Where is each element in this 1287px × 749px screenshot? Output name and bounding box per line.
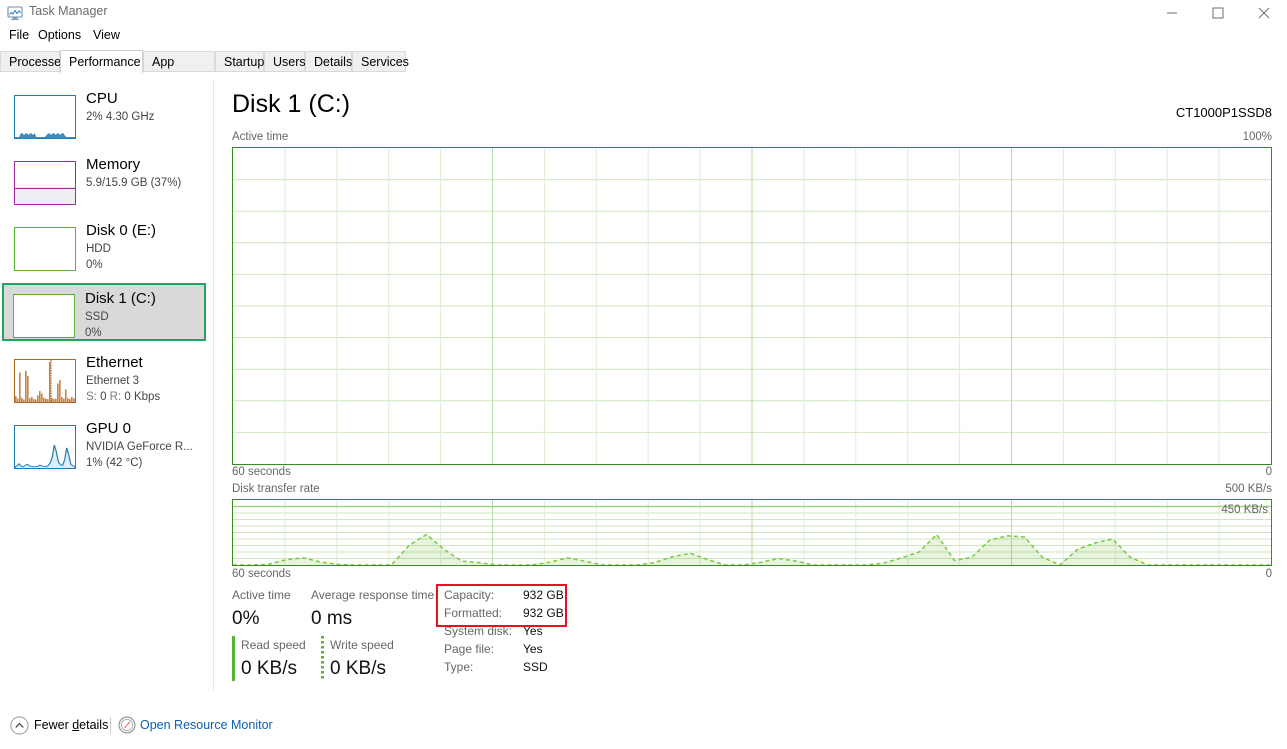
- sidebar-item-title: Disk 1 (C:): [85, 290, 156, 307]
- avg-response-stat-value: 0 ms: [311, 608, 352, 630]
- chevron-up-icon[interactable]: [10, 716, 29, 735]
- fewer-details-button[interactable]: Fewer details: [34, 718, 108, 732]
- sidebar-item-title: Disk 0 (E:): [86, 222, 156, 239]
- sidebar-item-metric: 0%: [85, 327, 102, 339]
- write-speed-color-bar: [321, 636, 324, 681]
- detail-value-type: SSD: [523, 660, 548, 674]
- maximize-button[interactable]: [1195, 0, 1241, 26]
- sidebar-item-disk-0-e[interactable]: Disk 0 (E:) HDD 0%: [4, 217, 204, 275]
- sidebar-item-title: Ethernet: [86, 354, 143, 371]
- bottom-bar-divider: [110, 717, 111, 734]
- sidebar-item-metric: 1% (42 °C): [86, 457, 142, 469]
- tab-startup[interactable]: Startup: [215, 51, 264, 72]
- sidebar-item-metric: 0%: [86, 259, 103, 271]
- resource-sidebar: CPU 2% 4.30 GHz Memory 5.9/15.9 GB (37%) Dis…: [0, 75, 210, 703]
- active-time-max-label: 100%: [1243, 131, 1272, 143]
- task-manager-window: Task Manager FileOptionsView ProcessesPe…: [0, 0, 1287, 749]
- tab-users[interactable]: Users: [264, 51, 305, 72]
- sidebar-item-cpu[interactable]: CPU 2% 4.30 GHz: [4, 85, 204, 143]
- sidebar-item-subtitle: HDD: [86, 243, 111, 255]
- detail-value-systemdisk: Yes: [523, 624, 543, 638]
- sidebar-item-ethernet[interactable]: Ethernet Ethernet 3 S: 0 R: 0 Kbps: [4, 349, 204, 407]
- device-model-label: CT1000P1SSD8: [1176, 105, 1272, 120]
- sidebar-item-subtitle: 5.9/15.9 GB (37%): [86, 177, 181, 189]
- minimize-button[interactable]: [1149, 0, 1195, 26]
- close-button[interactable]: [1241, 0, 1287, 26]
- sidebar-item-disk-1-c[interactable]: Disk 1 (C:) SSD 0%: [2, 283, 206, 341]
- sidebar-item-gpu-0[interactable]: GPU 0 NVIDIA GeForce R... 1% (42 °C): [4, 415, 204, 473]
- sidebar-thumbnail-memory: [14, 161, 76, 205]
- detail-label-capacity: Capacity:: [444, 588, 494, 602]
- tab-processes[interactable]: Processes: [0, 51, 60, 72]
- active-time-footer-right: 0: [1266, 466, 1272, 478]
- tab-details[interactable]: Details: [305, 51, 352, 72]
- task-manager-icon: [7, 5, 23, 21]
- sidebar-thumbnail-disk-0-e: [14, 227, 76, 271]
- transfer-rate-inner-label: 450 KB/s: [1221, 504, 1268, 516]
- sidebar-item-subtitle: SSD: [85, 311, 109, 323]
- transfer-rate-footer-right: 0: [1266, 568, 1272, 580]
- write-speed-stat-label: Write speed: [330, 638, 394, 652]
- page-title: Disk 1 (C:): [232, 90, 350, 119]
- sidebar-item-subtitle: NVIDIA GeForce R...: [86, 441, 193, 453]
- sidebar-thumbnail-disk-1-c: [13, 294, 75, 338]
- fewer-details-suffix: etails: [79, 718, 108, 732]
- sidebar-item-subtitle: Ethernet 3: [86, 375, 139, 387]
- detail-value-pagefile: Yes: [523, 642, 543, 656]
- detail-label-systemdisk: System disk:: [444, 624, 512, 638]
- sidebar-item-title: Memory: [86, 156, 140, 173]
- active-time-stat-value: 0%: [232, 608, 259, 630]
- sidebar-item-title: CPU: [86, 90, 118, 107]
- active-time-stat-label: Active time: [232, 588, 291, 602]
- resource-monitor-icon[interactable]: [118, 716, 136, 734]
- sidebar-item-memory[interactable]: Memory 5.9/15.9 GB (37%): [4, 151, 204, 209]
- sidebar-thumbnail-cpu: [14, 95, 76, 139]
- tab-app-history[interactable]: App history: [143, 51, 215, 72]
- write-speed-stat-value: 0 KB/s: [330, 658, 386, 680]
- active-time-caption: Active time: [232, 131, 288, 143]
- menu-item-file[interactable]: File: [4, 27, 34, 43]
- sidebar-thumbnail-ethernet: [14, 359, 76, 403]
- tab-services[interactable]: Services: [352, 51, 406, 72]
- menu-item-options[interactable]: Options: [33, 27, 86, 43]
- disk-stats: Active time 0% Average response time 0 m…: [226, 588, 1274, 693]
- detail-label-type: Type:: [444, 660, 473, 674]
- read-speed-stat-label: Read speed: [241, 638, 306, 652]
- title-bar: Task Manager: [0, 0, 1287, 26]
- read-speed-stat-value: 0 KB/s: [241, 658, 297, 680]
- sidebar-thumbnail-gpu-0: [14, 425, 76, 469]
- sidebar-item-subtitle: 2% 4.30 GHz: [86, 111, 154, 123]
- detail-value-capacity: 932 GB: [523, 588, 564, 602]
- sidebar-item-metric: S: 0 R: 0 Kbps: [86, 391, 160, 403]
- sidebar-divider: [213, 80, 214, 690]
- tab-performance[interactable]: Performance: [60, 50, 143, 73]
- read-speed-color-bar: [232, 636, 235, 681]
- avg-response-stat-label: Average response time: [311, 588, 434, 602]
- menu-bar: FileOptionsView: [0, 27, 1287, 47]
- menu-item-view[interactable]: View: [88, 27, 125, 43]
- disk-transfer-rate-graph: [232, 499, 1272, 566]
- transfer-rate-max-label: 500 KB/s: [1225, 483, 1272, 495]
- transfer-rate-caption: Disk transfer rate: [232, 483, 320, 495]
- active-time-graph: [232, 147, 1272, 465]
- window-title: Task Manager: [29, 4, 108, 18]
- detail-value-formatted: 932 GB: [523, 606, 564, 620]
- fewer-details-prefix: Fewer: [34, 718, 72, 732]
- detail-label-pagefile: Page file:: [444, 642, 494, 656]
- open-resource-monitor-link[interactable]: Open Resource Monitor: [140, 718, 273, 732]
- bottom-bar: Fewer details Open Resource Monitor: [0, 703, 1287, 749]
- performance-detail-pane: Disk 1 (C:) CT1000P1SSD8 Active time 100…: [226, 78, 1274, 698]
- tab-strip: ProcessesPerformanceApp historyStartupUs…: [0, 50, 1287, 73]
- sidebar-item-title: GPU 0: [86, 420, 131, 437]
- detail-label-formatted: Formatted:: [444, 606, 502, 620]
- transfer-rate-footer-left: 60 seconds: [232, 568, 291, 580]
- active-time-footer-left: 60 seconds: [232, 466, 291, 478]
